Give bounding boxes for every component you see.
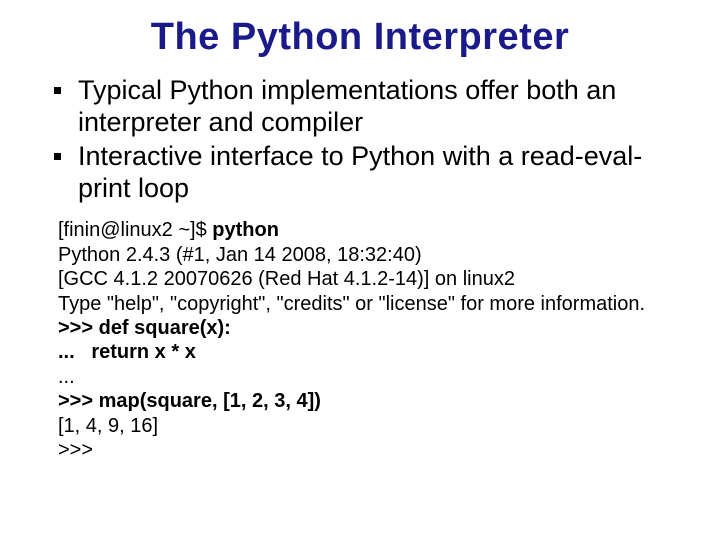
code-line: ... [58,365,680,389]
code-block: [finin@linux2 ~]$ python Python 2.4.3 (#… [36,218,684,462]
code-line: >>> def square(x): [58,316,680,340]
shell-command: python [212,219,279,241]
code-line: Type "help", "copyright", "credits" or "… [58,292,680,316]
code-line: [finin@linux2 ~]$ python [58,218,680,242]
bullet-item: Interactive interface to Python with a r… [54,141,678,205]
bullet-list: Typical Python implementations offer bot… [36,75,684,204]
bullet-item: Typical Python implementations offer bot… [54,75,678,139]
code-line: >>> [58,438,680,462]
code-line: [GCC 4.1.2 20070626 (Red Hat 4.1.2-14)] … [58,267,680,291]
code-line: >>> map(square, [1, 2, 3, 4]) [58,389,680,413]
page-title: The Python Interpreter [36,16,684,59]
code-line: Python 2.4.3 (#1, Jan 14 2008, 18:32:40) [58,243,680,267]
shell-prompt: [finin@linux2 ~]$ [58,219,212,241]
slide: The Python Interpreter Typical Python im… [0,0,720,540]
code-line: ... return x * x [58,340,680,364]
code-line: [1, 4, 9, 16] [58,414,680,438]
